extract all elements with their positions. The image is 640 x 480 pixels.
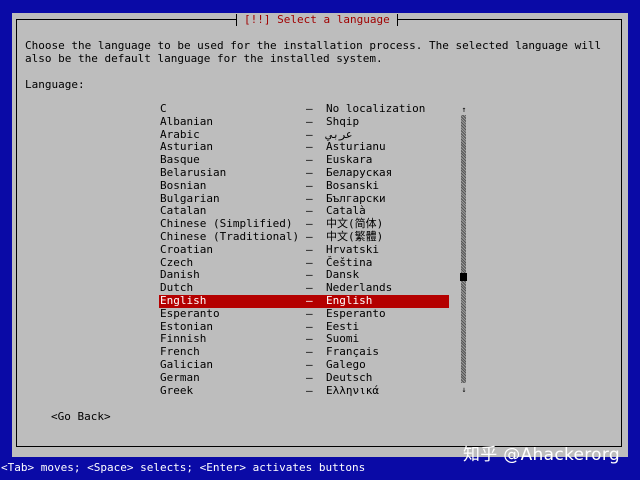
language-native-name: 中文(繁體) — [326, 229, 384, 243]
language-row[interactable]: Esperanto – Esperanto — [159, 306, 449, 321]
language-name: Greek — [160, 383, 194, 397]
language-native-name: Deutsch — [326, 370, 373, 384]
language-name: Bosnian — [160, 178, 207, 192]
language-list[interactable]: C – No localization Albanian – Shqip Arabic – عر… — [159, 102, 449, 398]
separator-dash: – — [306, 293, 313, 307]
language-row[interactable]: Asturian – Asturianu — [159, 141, 449, 154]
language-row[interactable]: Finnish – Suomi — [159, 333, 449, 346]
dialog-title: [!!] Select a language — [236, 13, 398, 27]
separator-dash: – — [306, 229, 313, 243]
language-row[interactable]: Danish – Dansk — [159, 269, 449, 282]
separator-dash: – — [306, 357, 313, 371]
separator-dash: – — [306, 114, 313, 128]
language-name: Albanian — [160, 114, 213, 128]
go-back-button[interactable]: <Go Back> — [51, 410, 111, 423]
language-name: English — [160, 293, 207, 307]
language-row[interactable]: Chinese (Traditional) – 中文(繁體) — [159, 229, 449, 244]
language-row[interactable]: German – Deutsch — [159, 370, 449, 385]
up-arrow-icon[interactable]: ↑ — [460, 105, 468, 115]
language-name: German — [160, 370, 200, 384]
language-list-label: Language: — [25, 78, 85, 91]
language-native-name: Shqip — [326, 114, 360, 128]
language-native-name: Ελληνικά — [326, 383, 379, 397]
status-bar: <Tab> moves; <Space> selects; <Enter> ac… — [1, 461, 366, 474]
language-name: Galician — [160, 357, 213, 371]
language-list-scrollbar[interactable]: ↑ ↓ — [460, 105, 468, 395]
language-row[interactable]: Belarusian – Беларуская — [159, 165, 449, 180]
separator-dash: – — [306, 306, 313, 320]
language-native-name: No localization — [326, 102, 426, 115]
separator-dash: – — [306, 370, 313, 384]
language-native-name: Esperanto — [326, 306, 386, 320]
down-arrow-icon[interactable]: ↓ — [460, 385, 468, 395]
language-native-name: English — [326, 293, 373, 307]
separator-dash: – — [306, 383, 313, 397]
separator-dash: – — [306, 178, 313, 192]
language-row[interactable]: Bosnian – Bosanski — [159, 178, 449, 193]
language-name: Croatian — [160, 242, 213, 256]
language-native-name: Bosanski — [326, 178, 379, 192]
language-row[interactable]: C – No localization — [159, 102, 449, 116]
dialog-description: Choose the language to be used for the i… — [25, 39, 602, 65]
separator-dash: – — [306, 102, 313, 115]
language-row[interactable]: Greek – Ελληνικά — [159, 383, 449, 398]
language-native-name: Galego — [326, 357, 366, 371]
language-name: C — [160, 102, 167, 115]
language-name: Esperanto — [160, 306, 220, 320]
language-native-name: Hrvatski — [326, 242, 379, 256]
scroll-track[interactable] — [461, 115, 466, 383]
separator-dash: – — [306, 242, 313, 256]
language-row[interactable]: Czech – Čeština — [159, 256, 449, 270]
installer-dialog: [!!] Select a language Choose the langua… — [12, 13, 628, 457]
language-name: Chinese (Traditional) — [160, 229, 300, 243]
scroll-thumb[interactable] — [460, 273, 467, 281]
language-native-name: Беларуская — [326, 165, 393, 179]
language-row[interactable]: Albanian – Shqip — [159, 114, 449, 129]
language-row[interactable]: English – English — [159, 293, 449, 308]
separator-dash: – — [306, 165, 313, 179]
language-row[interactable]: Galician – Galego — [159, 357, 449, 372]
language-row[interactable]: Croatian – Hrvatski — [159, 242, 449, 257]
language-name: Belarusian — [160, 165, 227, 179]
